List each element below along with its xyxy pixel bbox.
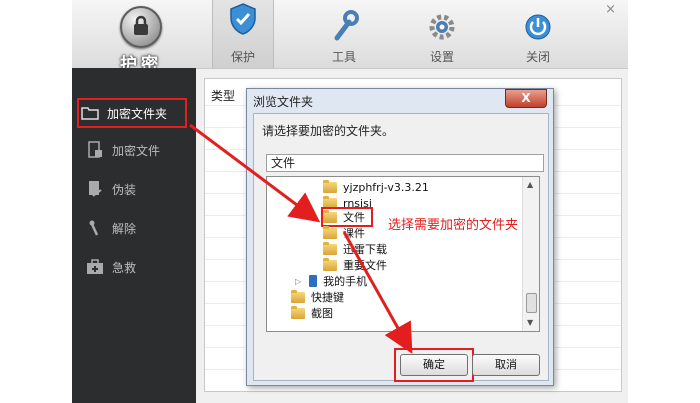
tree-scrollbar[interactable]: ▲ ▼	[522, 177, 539, 331]
wrench-icon	[314, 6, 374, 42]
sidebar-item-release[interactable]: 解除	[84, 215, 184, 241]
selected-folder-highlight	[321, 207, 373, 227]
dialog-prompt: 请选择要加密的文件夹。	[262, 124, 395, 138]
shield-icon	[213, 0, 273, 36]
sidebar-item-encrypt-file[interactable]: 加密文件	[84, 137, 184, 163]
disguise-icon	[84, 179, 106, 199]
tree-item[interactable]: 重要文件	[323, 257, 387, 273]
folder-icon	[79, 103, 101, 123]
folder-tree[interactable]: yjzphfrj-v3.3.21 rnsjsj 文件 课件 迅雷下载 重要文件 …	[266, 176, 540, 332]
tree-item[interactable]: yjzphfrj-v3.3.21	[323, 179, 429, 195]
folder-icon	[323, 241, 337, 255]
sidebar-item-label: 急救	[112, 260, 137, 275]
scroll-down-icon[interactable]: ▼	[527, 318, 533, 327]
tab-tools[interactable]: 工具	[314, 6, 374, 66]
logo-lock-icon	[120, 6, 162, 48]
tree-item-label: 重要文件	[343, 259, 387, 272]
browse-folder-dialog: 浏览文件夹 X 请选择要加密的文件夹。 文件 yjzphfrj-v3.3.21 …	[246, 88, 554, 386]
scroll-thumb[interactable]	[526, 293, 537, 313]
folder-icon	[323, 179, 337, 193]
sidebar-item-encrypt-folder[interactable]: 加密文件夹	[77, 98, 187, 128]
folder-icon	[323, 225, 337, 239]
sidebar-item-label: 解除	[112, 221, 137, 236]
tree-item-label: 快捷键	[311, 291, 344, 304]
sidebar-item-label: 加密文件	[112, 143, 161, 158]
unlock-icon	[84, 218, 106, 238]
tab-protect-label: 保护	[230, 50, 255, 64]
file-lock-icon	[84, 140, 106, 160]
phone-icon	[309, 275, 318, 287]
tab-close-label: 关闭	[525, 50, 550, 64]
column-header-type: 类型	[211, 89, 236, 103]
ok-button[interactable]: 确定	[400, 354, 468, 376]
tab-settings[interactable]: 设置	[412, 6, 472, 66]
tree-item[interactable]: 课件	[323, 225, 365, 241]
folder-icon	[291, 289, 305, 303]
expand-arrow-icon[interactable]: ▷	[295, 277, 301, 286]
sidebar-item-first-aid[interactable]: 急救	[84, 254, 184, 280]
cancel-button[interactable]: 取消	[472, 354, 540, 376]
tree-item-label: yjzphfrj-v3.3.21	[343, 180, 429, 194]
tree-item-label: 截图	[311, 307, 333, 320]
folder-icon	[291, 305, 305, 319]
folder-icon	[323, 257, 337, 271]
tree-item-label: 课件	[343, 227, 365, 240]
tab-tools-label: 工具	[331, 50, 356, 64]
instruction-annotation: 选择需要加密的文件夹	[388, 218, 519, 233]
dialog-title: 浏览文件夹	[253, 95, 314, 109]
dialog-close-button[interactable]: X	[505, 89, 547, 108]
tab-close[interactable]: 关闭	[508, 6, 568, 66]
sidebar-item-label: 加密文件夹	[107, 106, 168, 121]
sidebar-item-label: 伪装	[112, 182, 137, 197]
tree-item-label: 迅雷下载	[343, 243, 387, 256]
tree-item[interactable]: ▷ 我的手机	[295, 273, 367, 289]
sidebar: 加密文件夹 加密文件 伪装 解除 急救	[72, 68, 196, 403]
tree-item[interactable]: 迅雷下载	[323, 241, 387, 257]
tree-item[interactable]: 截图	[291, 305, 333, 321]
gear-icon	[412, 6, 472, 42]
first-aid-icon	[84, 257, 106, 277]
window-close-icon[interactable]: ×	[605, 2, 616, 17]
power-icon	[508, 6, 568, 42]
tab-protect[interactable]: 保护	[212, 0, 274, 68]
scroll-up-icon[interactable]: ▲	[527, 180, 533, 189]
dialog-body: 请选择要加密的文件夹。 文件 yjzphfrj-v3.3.21 rnsjsj 文…	[253, 113, 549, 382]
folder-path-field[interactable]: 文件	[266, 154, 544, 172]
tree-item[interactable]: 快捷键	[291, 289, 344, 305]
top-toolbar: 护密 保护 工具 设置 关闭 ×	[72, 0, 628, 75]
tree-item-label: 我的手机	[323, 275, 368, 288]
app-logo: 护密	[106, 2, 176, 75]
tab-settings-label: 设置	[429, 50, 454, 64]
sidebar-item-disguise[interactable]: 伪装	[84, 176, 184, 202]
